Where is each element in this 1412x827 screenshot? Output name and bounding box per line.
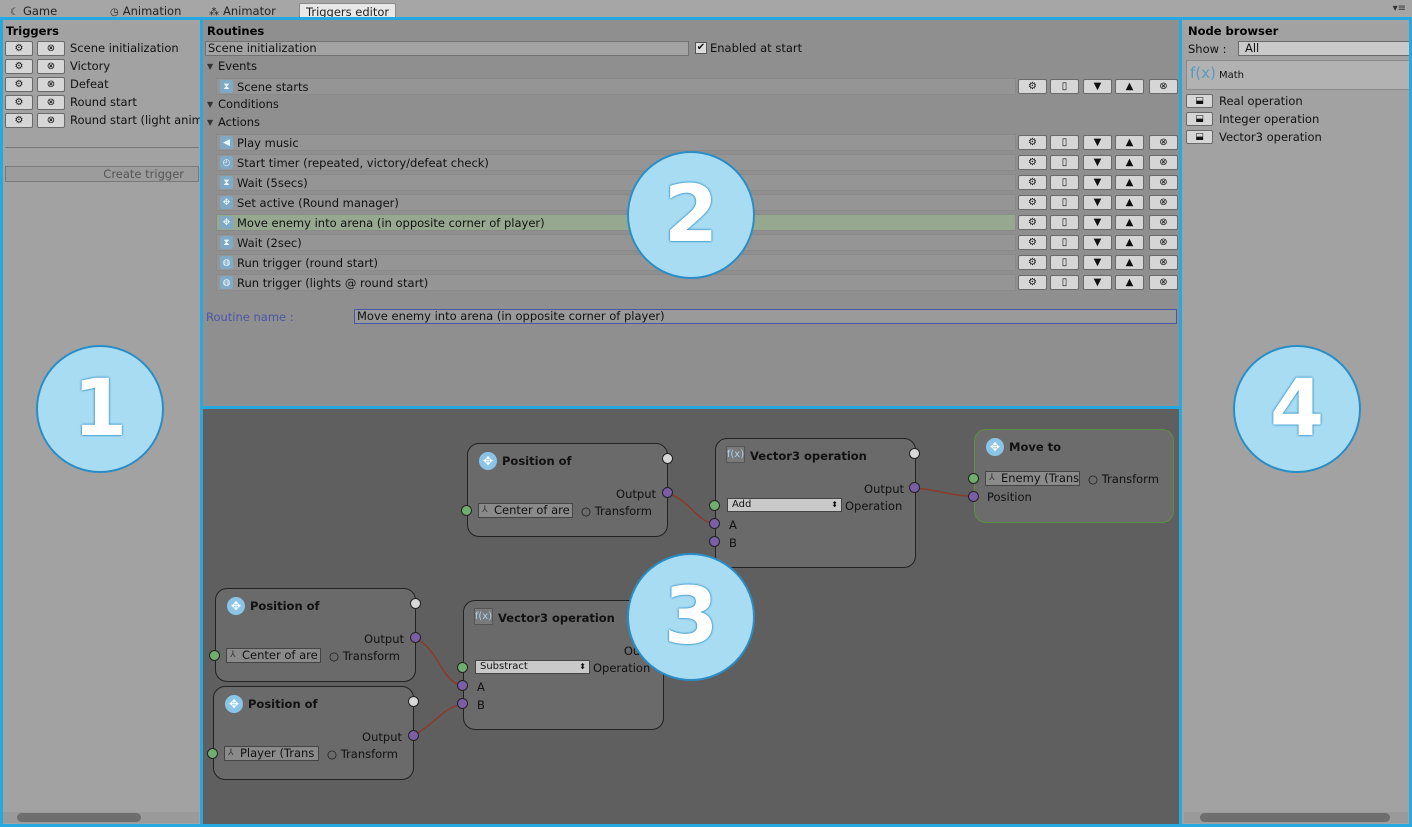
callout-number-2: 2 <box>627 151 755 279</box>
callout-number-3: 3 <box>627 553 755 681</box>
tab-menu-icon[interactable]: ▾≡ <box>1393 3 1406 14</box>
callout-number-1: 1 <box>36 345 164 473</box>
callout-number-4: 4 <box>1233 345 1361 473</box>
